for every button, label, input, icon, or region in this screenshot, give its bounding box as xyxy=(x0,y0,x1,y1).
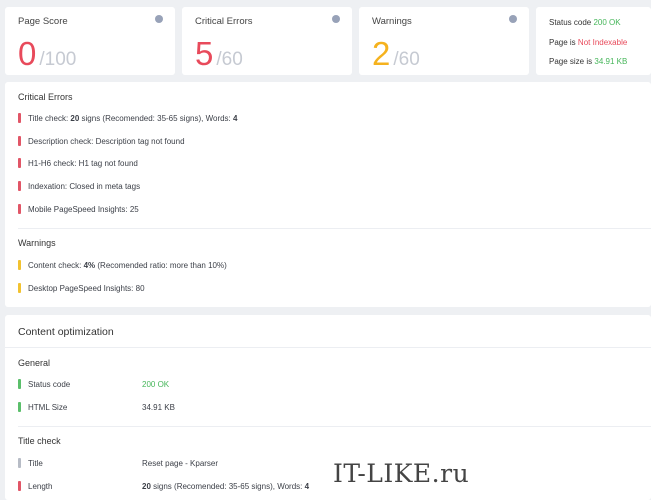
critical-item-text: Description check: Description tag not f… xyxy=(28,137,185,146)
warning-marker xyxy=(18,260,21,270)
warnings-value: 2 xyxy=(372,35,391,72)
divider xyxy=(5,347,651,348)
warnings-card: Warnings 2/60 xyxy=(359,7,529,75)
content-optimization-title: Content optimization xyxy=(18,326,114,338)
page-score-card: Page Score 0/100 xyxy=(5,7,175,75)
critical-item-text: H1-H6 check: H1 tag not found xyxy=(28,159,138,168)
length-signs: 20 xyxy=(142,482,151,491)
general-value: 200 OK xyxy=(142,380,170,389)
watermark-logo: IT-LIKE.ru xyxy=(333,459,470,488)
general-value: 34.91 KB xyxy=(142,403,175,412)
general-key: Status code xyxy=(28,380,71,389)
page-score-max: 100 xyxy=(44,49,77,70)
title-check-section-title: Title check xyxy=(18,436,61,446)
general-section-title: General xyxy=(18,358,51,368)
general-key: HTML Size xyxy=(28,403,68,412)
info-icon[interactable] xyxy=(332,15,340,23)
page-size-value: 34.91 KB xyxy=(594,57,628,66)
length-words: 4 xyxy=(304,482,310,491)
title-check-words: 4 xyxy=(233,114,238,123)
info-icon[interactable] xyxy=(155,15,163,23)
status-code-label: Status code xyxy=(549,18,592,27)
error-marker xyxy=(18,136,21,146)
content-check-post: (Recomended ratio: more than 10%) xyxy=(95,261,227,270)
error-marker xyxy=(18,181,21,191)
warnings-section-title: Warnings xyxy=(18,238,56,248)
status-code-row: Status code 200 OK xyxy=(549,18,621,27)
title-check-pre: Title check: xyxy=(28,114,71,123)
critical-errors-title: Critical Errors xyxy=(195,16,253,27)
title-check-key: Length xyxy=(28,482,53,491)
neutral-marker xyxy=(18,458,21,468)
title-check-signs: 20 xyxy=(70,114,80,123)
critical-errors-max: 60 xyxy=(221,49,243,70)
critical-errors-section-title: Critical Errors xyxy=(18,92,73,102)
title-check-post: signs (Recomended: 35-65 signs), Words: xyxy=(79,114,233,123)
error-marker xyxy=(18,481,21,491)
error-marker xyxy=(18,113,21,123)
error-marker xyxy=(18,158,21,168)
page-score-value: 0 xyxy=(18,35,37,72)
critical-errors-value: 5 xyxy=(195,35,214,72)
status-card: Status code 200 OK Page is Not Indexable… xyxy=(536,7,651,75)
critical-item-text: Mobile PageSpeed Insights: 25 xyxy=(28,205,139,214)
info-icon[interactable] xyxy=(509,15,517,23)
page-is-value: Not Indexable xyxy=(577,38,628,47)
issues-panel: Critical Errors Title check: 20 signs (R… xyxy=(5,82,651,307)
title-check-value: Reset page - Kparser xyxy=(142,459,219,468)
title-check-key: Title xyxy=(28,459,43,468)
status-code-value: 200 OK xyxy=(593,18,621,27)
critical-item-text: Indexation: Closed in meta tags xyxy=(28,182,141,191)
warning-item-text: Desktop PageSpeed Insights: 80 xyxy=(28,284,145,293)
ok-marker xyxy=(18,402,21,412)
page-is-row: Page is Not Indexable xyxy=(549,38,627,47)
warning-marker xyxy=(18,283,21,293)
warnings-title: Warnings xyxy=(372,16,412,27)
critical-errors-card: Critical Errors 5/60 xyxy=(182,7,352,75)
content-check-pre: Content check: xyxy=(28,261,84,270)
error-marker xyxy=(18,204,21,214)
content-optimization-panel: Content optimization General Status code… xyxy=(5,315,651,500)
page-size-row: Page size is 34.91 KB xyxy=(549,57,627,66)
content-check-ratio: 4% xyxy=(83,261,96,270)
divider xyxy=(18,228,651,229)
page-size-label: Page size is xyxy=(549,57,593,66)
divider xyxy=(18,426,651,427)
length-post: signs (Recomended: 35-65 signs), Words: xyxy=(150,482,305,491)
page-score-title: Page Score xyxy=(18,16,68,27)
page-is-label: Page is xyxy=(549,38,576,47)
ok-marker xyxy=(18,379,21,389)
warnings-max: 60 xyxy=(398,49,420,70)
